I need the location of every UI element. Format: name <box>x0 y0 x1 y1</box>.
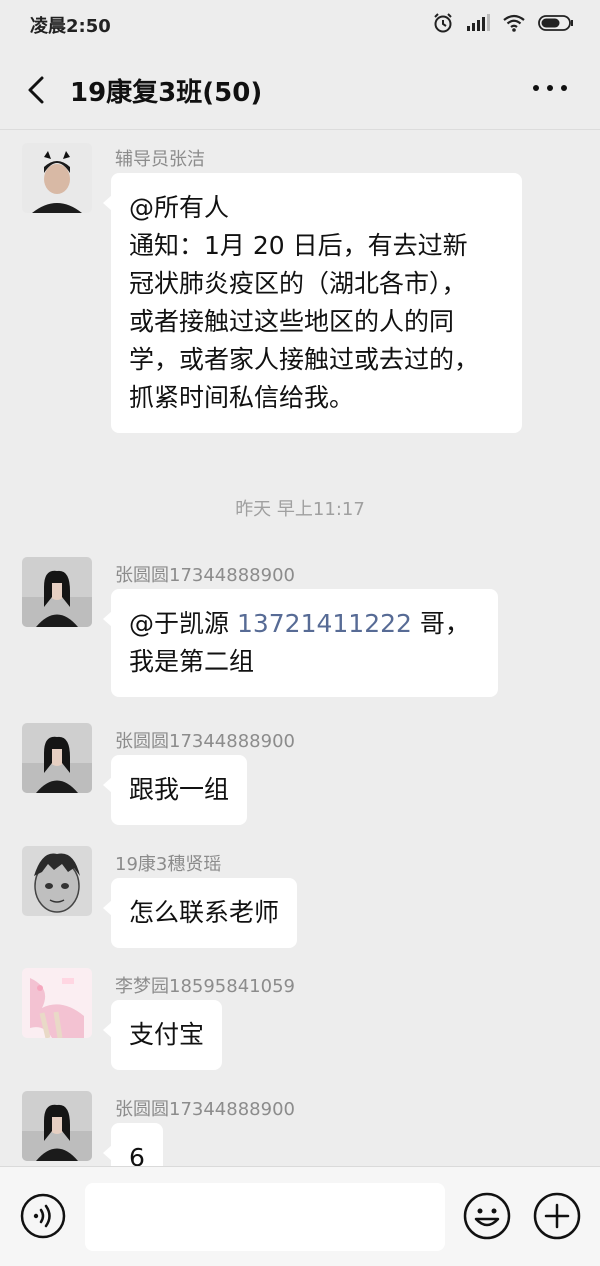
sender-name: 张圆圆17344888900 <box>115 1099 295 1120</box>
message-bubble[interactable]: @所有人 通知：1月 20 日后，有去过新 冠状肺炎疫区的（湖北各市）， 或者接… <box>103 173 522 433</box>
voice-icon[interactable] <box>20 1193 66 1239</box>
message-line: @于凯源 13721411222 哥， <box>129 605 480 643</box>
message-text: 哥， <box>411 609 470 638</box>
sender-name: 张圆圆17344888900 <box>115 565 295 586</box>
mention-text: @于凯源 <box>129 609 237 638</box>
input-bar <box>0 1166 600 1266</box>
sender-name: 张圆圆17344888900 <box>115 731 295 752</box>
chat-message-list[interactable]: 辅导员张洁 @所有人 通知：1月 20 日后，有去过新 冠状肺炎疫区的（湖北各市… <box>0 131 600 1166</box>
sender-name: 李梦园18595841059 <box>115 976 295 997</box>
message-line: 抓紧时间私信给我。 <box>129 383 355 412</box>
avatar[interactable] <box>22 143 92 213</box>
message-bubble[interactable]: @于凯源 13721411222 哥， 我是第二组 <box>103 589 498 697</box>
message-line: 支付宝 <box>129 1020 205 1049</box>
message-line: @所有人 <box>129 193 230 222</box>
message-bubble[interactable]: 支付宝 <box>102 1000 223 1070</box>
message-bubble[interactable]: 怎么联系老师 <box>102 878 298 948</box>
message-line: 或者接触过这些地区的人的同 <box>129 307 455 336</box>
sender-name: 辅导员张洁 <box>115 149 205 170</box>
status-time: 凌晨2:50 <box>30 16 111 37</box>
avatar[interactable] <box>22 1091 92 1161</box>
phone-link[interactable]: 13721411222 <box>237 609 412 638</box>
timestamp-divider: 昨天 早上11:17 <box>235 499 365 520</box>
more-icon[interactable] <box>530 78 570 98</box>
chat-header: 19康复3班(50) <box>0 50 600 130</box>
battery-icon <box>538 14 574 36</box>
message-input[interactable] <box>85 1183 445 1251</box>
message-line: 通知：1月 20 日后，有去过新 <box>129 231 468 260</box>
message-line: 6 <box>129 1143 145 1166</box>
message-line: 学，或者家人接触过或去过的， <box>129 345 480 374</box>
message-bubble[interactable]: 6 <box>103 1123 163 1166</box>
message-line: 怎么联系老师 <box>129 898 280 927</box>
avatar[interactable] <box>22 846 92 916</box>
sender-name: 19康3穗贤瑶 <box>115 854 222 875</box>
avatar[interactable] <box>22 557 92 627</box>
message-line: 我是第二组 <box>129 647 255 676</box>
back-icon[interactable] <box>22 72 52 108</box>
avatar[interactable] <box>22 968 92 1038</box>
emoji-icon[interactable] <box>462 1191 512 1241</box>
wifi-icon <box>502 14 526 36</box>
message-line: 跟我一组 <box>129 775 230 804</box>
status-bar: 凌晨2:50 <box>0 0 600 50</box>
alarm-icon <box>432 12 454 38</box>
chat-title: 19康复3班(50) <box>70 78 263 108</box>
message-line: 冠状肺炎疫区的（湖北各市）， <box>129 269 467 298</box>
avatar[interactable] <box>22 723 92 793</box>
signal-icon <box>466 14 490 36</box>
message-bubble[interactable]: 跟我一组 <box>102 755 248 825</box>
add-icon[interactable] <box>532 1191 582 1241</box>
status-icons <box>432 12 574 38</box>
